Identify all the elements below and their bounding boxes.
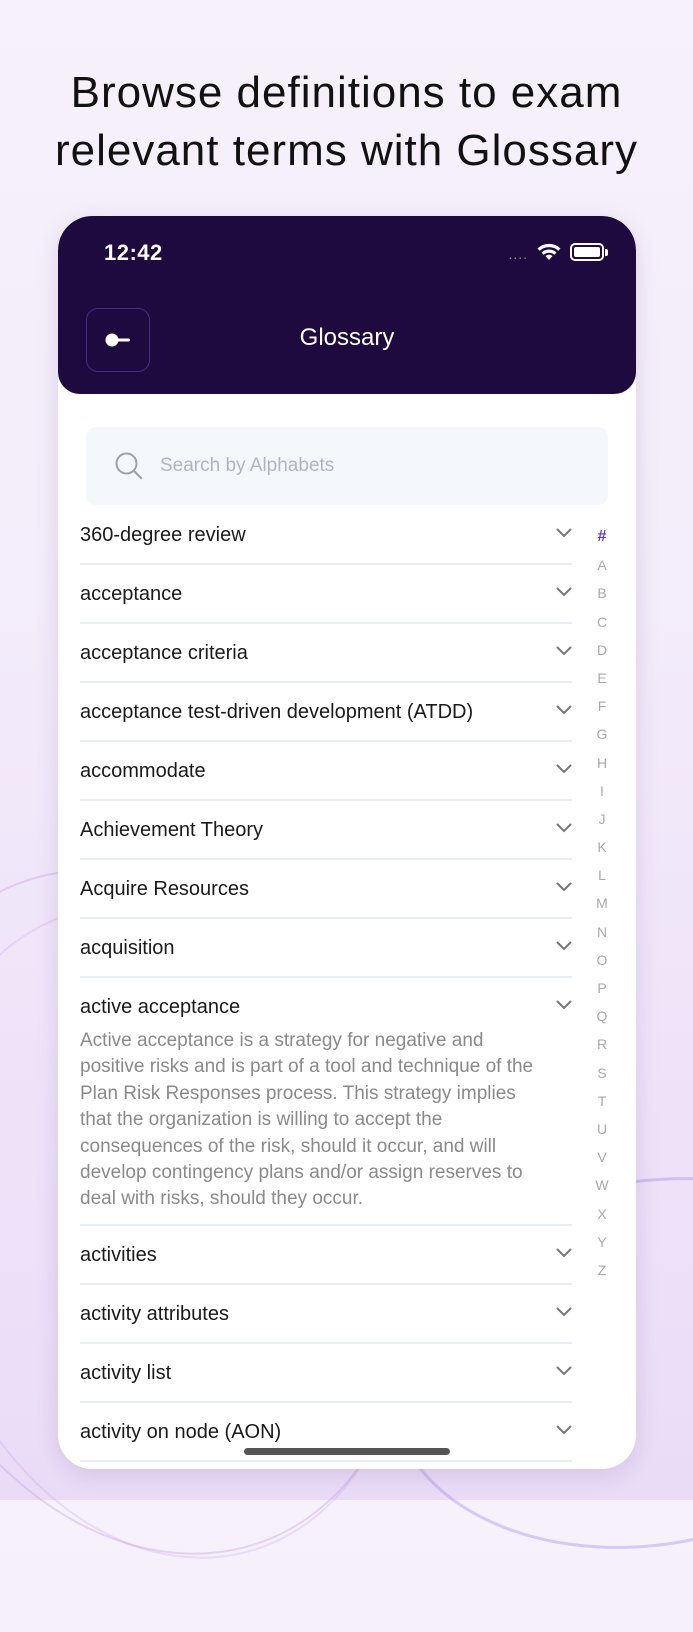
glossary-item[interactable]: 360-degree review [80,506,572,565]
index-letter[interactable]: # [594,523,610,551]
wifi-icon [537,243,561,260]
term-label: activities [80,1244,157,1266]
glossary-item[interactable]: acceptance [80,565,572,624]
glossary-item[interactable]: activity attributes [80,1285,572,1344]
glossary-list: 360-degree review acceptance acceptance … [80,506,572,1462]
term-definition: Active acceptance is a strategy for nega… [80,1030,534,1210]
glossary-item[interactable]: activity list [80,1344,572,1403]
chevron-down-icon [556,1307,572,1317]
chevron-down-icon [556,1248,572,1258]
term-label: accommodate [80,760,206,782]
chevron-down-icon [556,764,572,774]
index-letter[interactable]: D [594,636,610,664]
index-letter[interactable]: E [594,664,610,692]
glossary-item-expanded[interactable]: active acceptance Active acceptance is a… [80,978,572,1226]
term-label: 360-degree review [80,524,246,546]
index-letter[interactable]: W [594,1171,610,1199]
index-letter[interactable]: M [594,889,610,917]
index-letter[interactable]: I [594,777,610,805]
glossary-item[interactable]: activities [80,1226,572,1285]
status-icons: .... [508,242,608,262]
glossary-item[interactable]: accommodate [80,742,572,801]
chevron-down-icon [556,528,572,538]
glossary-item[interactable]: acceptance test-driven development (ATDD… [80,683,572,742]
index-letter[interactable]: Z [594,1256,610,1284]
term-label: acceptance [80,583,183,605]
status-time: 12:42 [104,240,163,265]
term-label: activity attributes [80,1303,229,1325]
glossary-item[interactable]: acceptance criteria [80,624,572,683]
chevron-down-icon [556,882,572,892]
term-label: acquisition [80,937,175,959]
index-letter[interactable]: V [594,1143,610,1171]
index-letter[interactable]: A [594,551,610,579]
term-label: Achievement Theory [80,819,264,841]
term-label: acceptance test-driven development (ATDD… [80,701,474,723]
index-letter[interactable]: H [594,749,610,777]
term-label: active acceptance [80,996,241,1018]
promo-headline: Browse definitions to exam relevant term… [54,68,639,175]
index-letter[interactable]: F [594,692,610,720]
index-letter[interactable]: P [594,974,610,1002]
battery-icon [570,243,604,261]
index-letter[interactable]: O [594,946,610,974]
home-indicator [244,1448,450,1455]
glossary-item[interactable]: acquisition [80,919,572,978]
index-letter[interactable]: C [594,608,610,636]
chevron-down-icon [556,1425,572,1435]
signal-icon: .... [508,246,528,262]
index-letter[interactable]: N [594,918,610,946]
search-field[interactable]: Search by Alphabets [86,427,608,505]
index-letter[interactable]: G [594,720,610,748]
chevron-down-icon [556,587,572,597]
term-label: Acquire Resources [80,878,249,900]
chevron-down-icon [556,646,572,656]
chevron-down-icon [556,823,572,833]
chevron-down-icon [556,705,572,715]
index-letter[interactable]: B [594,579,610,607]
search-placeholder: Search by Alphabets [160,455,335,476]
index-letter[interactable]: U [594,1115,610,1143]
index-letter[interactable]: Y [594,1228,610,1256]
index-letter[interactable]: J [594,805,610,833]
index-letter[interactable]: T [594,1087,610,1115]
chevron-down-icon [556,1000,572,1010]
glossary-item[interactable]: Acquire Resources [80,860,572,919]
search-icon [115,452,143,480]
battery-tip [605,248,608,256]
index-letter[interactable]: R [594,1030,610,1058]
term-label: activity on node (AON) [80,1421,282,1443]
alphabet-index: # A B C D E F G H I J K L M N O P Q R S … [594,523,610,1284]
term-label: activity list [80,1362,172,1384]
index-letter[interactable]: K [594,833,610,861]
page-title: Glossary [299,324,395,351]
index-letter[interactable]: Q [594,1002,610,1030]
app-header: 12:42 .... Glossary [58,216,636,394]
index-letter[interactable]: S [594,1059,610,1087]
term-label: acceptance criteria [80,642,248,664]
glossary-item[interactable]: Achievement Theory [80,801,572,860]
chevron-down-icon [556,1366,572,1376]
chevron-down-icon [556,941,572,951]
index-letter[interactable]: X [594,1200,610,1228]
phone-frame: 12:42 .... Glossary Search by Alphabets [58,216,636,1469]
index-letter[interactable]: L [594,861,610,889]
